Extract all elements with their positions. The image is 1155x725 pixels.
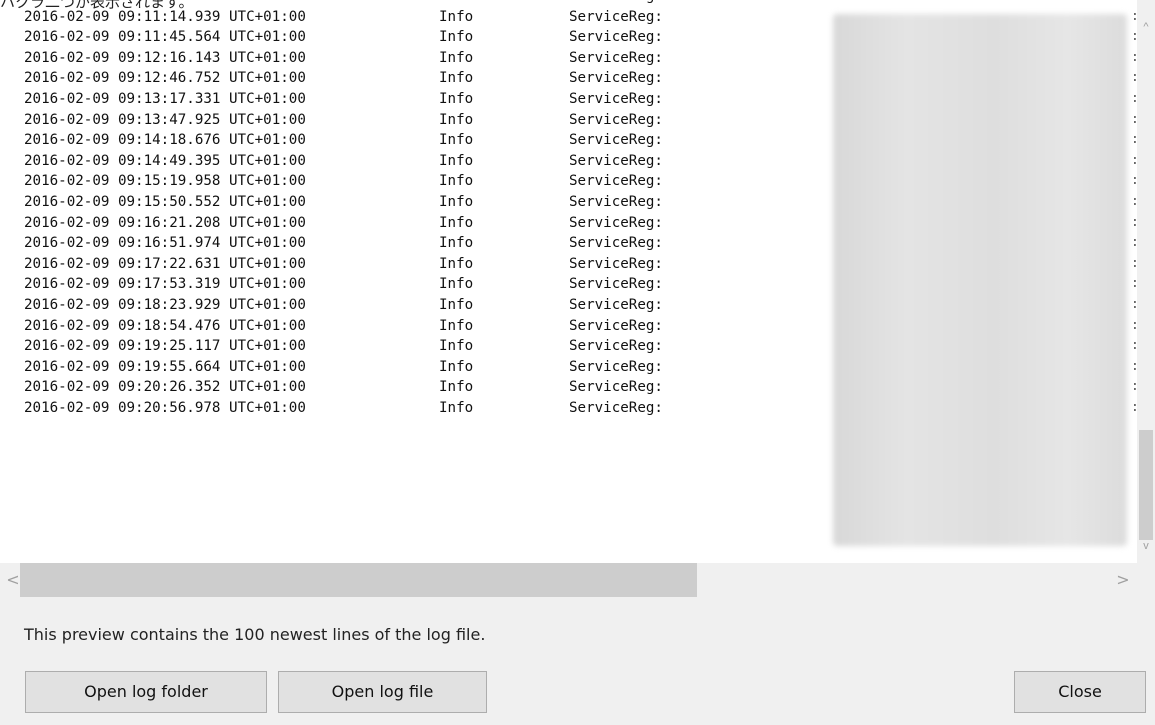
log-timestamp: 2016-02-09 09:14:18.676 UTC+01:00 [24, 132, 306, 149]
log-timestamp: 2016-02-09 09:12:46.752 UTC+01:00 [24, 70, 306, 87]
log-level: Info [439, 70, 474, 87]
log-source: ServiceReg: [569, 399, 663, 416]
log-line: 2016-02-09 09:16:21.208 UTC+01:00 Info Ser… [24, 213, 663, 234]
log-timestamp: 2016-02-09 09:19:25.117 UTC+01:00 [24, 338, 306, 355]
log-timestamp: 2016-02-09 09:11:45.564 UTC+01:00 [24, 29, 306, 46]
log-line: 2016-02-09 09:15:19.958 UTC+01:00 Info Ser… [24, 171, 663, 192]
log-line: 2016-02-09 09:13:47.925 UTC+01:00 Info Ser… [24, 110, 663, 131]
log-level: Info [439, 193, 474, 210]
horizontal-scrollbar[interactable]: < > [0, 563, 1137, 597]
log-line: 2016-02-09 09:12:16.143 UTC+01:00 Info Ser… [24, 48, 663, 69]
log-source: ServiceReg: [569, 132, 663, 149]
vertical-scroll-thumb[interactable] [1139, 430, 1153, 540]
log-level: Info [439, 338, 474, 355]
log-line: 2016-02-09 09:17:22.631 UTC+01:00 Info Ser… [24, 254, 663, 275]
log-timestamp: 2016-02-09 09:13:47.925 UTC+01:00 [24, 111, 306, 128]
log-line: 2016-02-09 09:19:25.117 UTC+01:00 Info Ser… [24, 336, 663, 357]
log-level: Info [439, 0, 569, 7]
log-source: ServiceReg: [569, 90, 663, 107]
log-line: 2016-02-09 09:12:46.752 UTC+01:00 Info Ser… [24, 68, 663, 89]
log-source: ServiceReg: [569, 111, 663, 128]
log-source: ServiceReg: [569, 29, 663, 46]
page-caption: ハクラ二つが表示されます。 [0, 0, 194, 11]
log-level: Info [439, 379, 474, 396]
log-source: ServiceReg: [569, 8, 663, 25]
log-level: Info [439, 255, 474, 272]
chevron-down-icon[interactable]: v [1137, 537, 1155, 555]
chevron-up-icon[interactable]: ^ [1137, 18, 1155, 36]
log-level: Info [439, 49, 474, 66]
log-source: ServiceReg: [569, 379, 663, 396]
open-log-folder-button[interactable]: Open log folder [25, 671, 267, 713]
log-source: ServiceReg: [569, 173, 663, 190]
log-line: 2016-02-09 09:19:55.664 UTC+01:00 Info Ser… [24, 357, 663, 378]
log-line: 2016-02-09 09:20:26.352 UTC+01:00 Info Ser… [24, 377, 663, 398]
log-line: 2016-02-09 09:11:45.564 UTC+01:00 Info Ser… [24, 27, 663, 48]
log-preview-pane[interactable]: 2016-02-09 09:10:44.251 UTC+01:00InfoSer… [0, 0, 1137, 563]
log-line: 2016-02-09 09:13:17.331 UTC+01:00 Info Ser… [24, 89, 663, 110]
redacted-region [833, 14, 1127, 546]
dialog-footer: This preview contains the 100 newest lin… [0, 597, 1155, 725]
log-level: Info [439, 173, 474, 190]
log-line: 2016-02-09 09:15:50.552 UTC+01:00 Info Ser… [24, 192, 663, 213]
log-source: ServiceReg: [569, 255, 663, 272]
log-line: 2016-02-09 09:14:49.395 UTC+01:00 Info Ser… [24, 151, 663, 172]
log-timestamp: 2016-02-09 09:18:23.929 UTC+01:00 [24, 296, 306, 313]
log-line: 2016-02-09 09:18:54.476 UTC+01:00 Info Ser… [24, 316, 663, 337]
log-level: Info [439, 90, 474, 107]
close-button[interactable]: Close [1014, 671, 1146, 713]
log-timestamp: 2016-02-09 09:16:21.208 UTC+01:00 [24, 214, 306, 231]
log-level: Info [439, 235, 474, 252]
log-level: Info [439, 276, 474, 293]
log-source: ServiceReg: [569, 214, 663, 231]
log-source: ServiceReg: [569, 152, 663, 169]
log-timestamp: 2016-02-09 09:15:50.552 UTC+01:00 [24, 193, 306, 210]
log-timestamp: 2016-02-09 09:17:22.631 UTC+01:00 [24, 255, 306, 272]
log-source: ServiceReg: [569, 235, 663, 252]
log-source: ServiceReg: [569, 70, 663, 87]
log-source: ServiceReg: [569, 296, 663, 313]
log-source: ServiceReg: [569, 49, 663, 66]
log-level: Info [439, 152, 474, 169]
preview-info-text: This preview contains the 100 newest lin… [24, 625, 486, 644]
log-timestamp: 2016-02-09 09:12:16.143 UTC+01:00 [24, 49, 306, 66]
log-lines: 2016-02-09 09:10:44.251 UTC+01:00InfoSer… [24, 0, 663, 418]
log-timestamp: 2016-02-09 09:14:49.395 UTC+01:00 [24, 152, 306, 169]
log-timestamp: 2016-02-09 09:13:17.331 UTC+01:00 [24, 90, 306, 107]
chevron-left-icon[interactable]: < [0, 563, 26, 597]
log-line: 2016-02-09 09:14:18.676 UTC+01:00 Info Ser… [24, 130, 663, 151]
log-line: 2016-02-09 09:18:23.929 UTC+01:00 Info Ser… [24, 295, 663, 316]
log-level: Info [439, 214, 474, 231]
log-level: Info [439, 296, 474, 313]
log-source: ServiceReg: [569, 193, 663, 210]
log-timestamp: 2016-02-09 09:16:51.974 UTC+01:00 [24, 235, 306, 252]
log-level: Info [439, 8, 474, 25]
log-level: Info [439, 111, 474, 128]
log-line: 2016-02-09 09:16:51.974 UTC+01:00 Info Ser… [24, 233, 663, 254]
log-timestamp: 2016-02-09 09:20:56.978 UTC+01:00 [24, 399, 306, 416]
log-source: ServiceReg: [569, 358, 663, 375]
scrollbar-corner [1137, 563, 1155, 597]
log-timestamp: 2016-02-09 09:17:53.319 UTC+01:00 [24, 276, 306, 293]
log-timestamp: 2016-02-09 09:20:26.352 UTC+01:00 [24, 379, 306, 396]
log-level: Info [439, 132, 474, 149]
log-level: Info [439, 358, 474, 375]
log-source: ServiceReg: [569, 276, 663, 293]
log-timestamp: 2016-02-09 09:15:19.958 UTC+01:00 [24, 173, 306, 190]
open-log-file-button[interactable]: Open log file [278, 671, 487, 713]
log-timestamp: 2016-02-09 09:19:55.664 UTC+01:00 [24, 358, 306, 375]
horizontal-scroll-thumb[interactable] [20, 563, 697, 597]
log-source: ServiceReg: [569, 317, 663, 334]
log-source: ServiceReg: [569, 338, 663, 355]
log-level: Info [439, 29, 474, 46]
log-line: 2016-02-09 09:17:53.319 UTC+01:00 Info Ser… [24, 274, 663, 295]
log-level: Info [439, 317, 474, 334]
log-source: ServiceReg: [569, 0, 663, 7]
log-timestamp: 2016-02-09 09:18:54.476 UTC+01:00 [24, 317, 306, 334]
log-level: Info [439, 399, 474, 416]
chevron-right-icon[interactable]: > [1110, 563, 1136, 597]
vertical-scrollbar[interactable]: ^ v [1137, 0, 1155, 563]
log-line: 2016-02-09 09:20:56.978 UTC+01:00 Info Ser… [24, 398, 663, 419]
